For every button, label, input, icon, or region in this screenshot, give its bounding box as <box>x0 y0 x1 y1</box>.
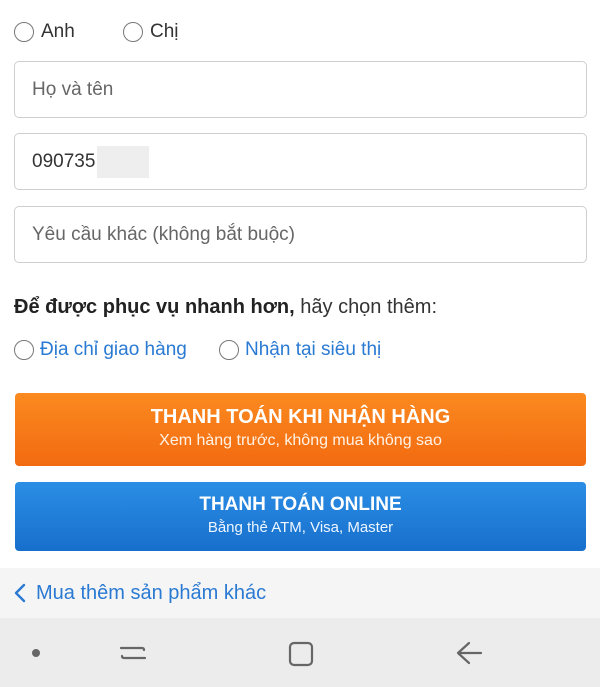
radio-circle-icon[interactable] <box>14 22 34 42</box>
radio-circle-icon[interactable] <box>14 340 34 360</box>
delivery-prompt-bold: Để được phục vụ nhanh hơn, <box>14 296 295 318</box>
delivery-option-address[interactable]: Địa chỉ giao hàng <box>14 339 187 361</box>
gender-radio-chi[interactable]: Chị <box>123 21 179 43</box>
delivery-prompt-rest: hãy chọn thêm: <box>294 296 438 318</box>
name-field[interactable]: Họ và tên <box>14 61 587 118</box>
name-placeholder: Họ và tên <box>32 78 114 100</box>
gender-label-chi: Chị <box>150 21 179 42</box>
system-nav-bar <box>0 618 600 687</box>
pay-online-button[interactable]: THANH TOÁN ONLINE Bằng thẻ ATM, Visa, Ma… <box>15 482 586 551</box>
delivery-option-store[interactable]: Nhận tại siêu thị <box>219 339 381 361</box>
phone-redaction <box>97 145 150 178</box>
pay-online-title: THANH TOÁN ONLINE <box>199 494 402 515</box>
gender-label-anh: Anh <box>41 21 75 42</box>
delivery-option-address-label: Địa chỉ giao hàng <box>40 339 187 360</box>
note-field[interactable]: Yêu cầu khác (không bắt buộc) <box>14 206 587 263</box>
pay-on-delivery-subtitle: Xem hàng trước, không mua không sao <box>159 432 442 449</box>
gender-radio-anh[interactable]: Anh <box>14 21 75 43</box>
phone-value: 090735 <box>32 150 96 172</box>
recent-apps-icon[interactable] <box>118 640 148 666</box>
dot-icon[interactable] <box>31 648 41 658</box>
pay-on-delivery-title: THANH TOÁN KHI NHẬN HÀNG <box>150 406 451 428</box>
home-icon[interactable] <box>287 640 315 668</box>
pay-on-delivery-button[interactable]: THANH TOÁN KHI NHẬN HÀNG Xem hàng trước,… <box>15 393 586 466</box>
buy-more-link[interactable]: Mua thêm sản phẩm khác <box>0 568 600 618</box>
phone-field[interactable]: 090735 <box>14 133 587 190</box>
delivery-prompt: Để được phục vụ nhanh hơn, hãy chọn thêm… <box>14 296 437 319</box>
buy-more-label: Mua thêm sản phẩm khác <box>36 581 267 604</box>
radio-circle-icon[interactable] <box>219 340 239 360</box>
delivery-option-store-label: Nhận tại siêu thị <box>245 339 382 360</box>
pay-online-subtitle: Bằng thẻ ATM, Visa, Master <box>207 519 394 536</box>
back-icon[interactable] <box>455 640 483 666</box>
radio-circle-icon[interactable] <box>123 22 143 42</box>
chevron-left-icon <box>14 583 26 603</box>
note-placeholder: Yêu cầu khác (không bắt buộc) <box>32 223 296 245</box>
